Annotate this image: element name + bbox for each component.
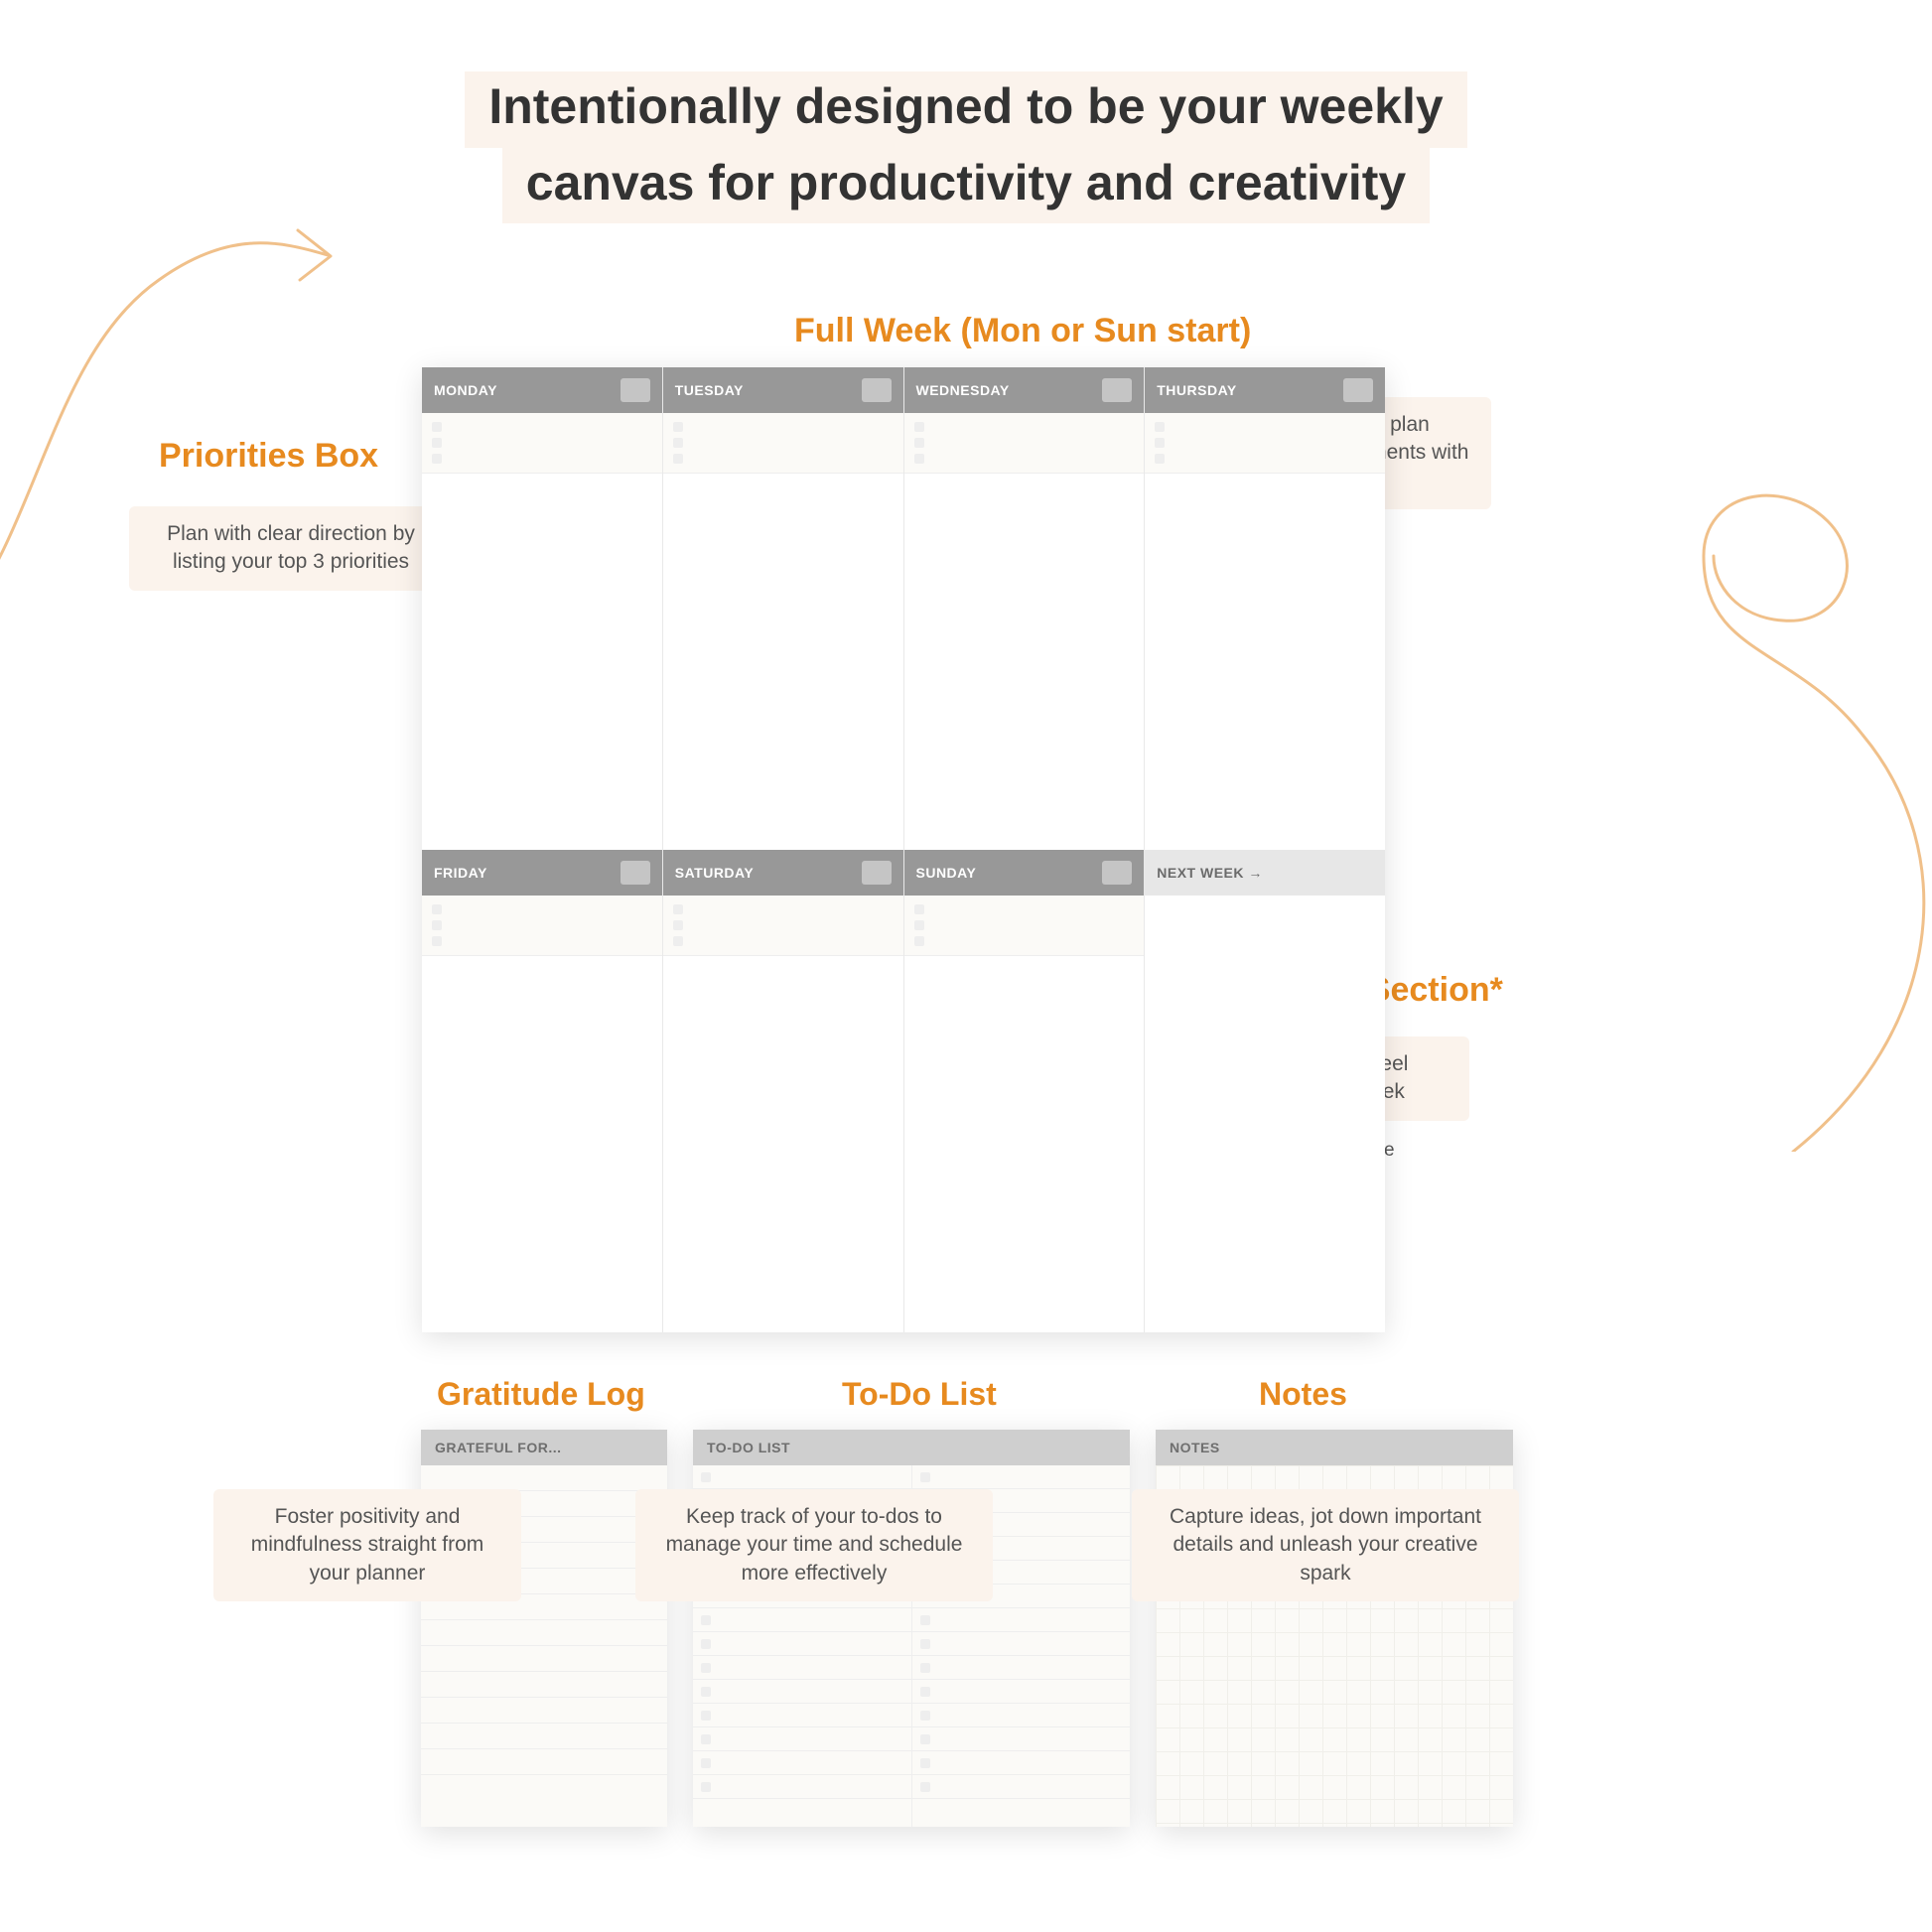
date-box	[621, 861, 650, 885]
callout-notes: Capture ideas, jot down important detail…	[1132, 1489, 1519, 1601]
page-headline: Intentionally designed to be your weekly…	[0, 71, 1932, 223]
day-col-mon: MONDAY	[422, 367, 663, 850]
date-box	[1102, 861, 1132, 885]
notes-card-header: NOTES	[1156, 1430, 1513, 1465]
planner-row-1: MONDAY TUESDAY WEDNESDAY THURSDAY	[422, 367, 1385, 850]
date-box	[862, 378, 892, 402]
day-label: WEDNESDAY	[916, 382, 1010, 398]
next-week-label: NEXT WEEK →	[1157, 865, 1263, 881]
day-col-wed: WEDNESDAY	[904, 367, 1146, 850]
section-heading-todo: To-Do List	[842, 1376, 997, 1413]
day-label: THURSDAY	[1157, 382, 1237, 398]
day-head-tue: TUESDAY	[663, 367, 903, 413]
date-box	[1343, 378, 1373, 402]
day-col-fri: FRIDAY	[422, 850, 663, 1332]
day-head-sat: SATURDAY	[663, 850, 903, 896]
checkbox-icon	[432, 454, 442, 464]
day-head-thu: THURSDAY	[1145, 367, 1385, 413]
section-heading-notes: Notes	[1259, 1376, 1347, 1413]
priorities-zone	[422, 413, 662, 474]
deco-curl-right	[1644, 437, 1932, 1152]
section-heading-priorities: Priorities Box	[159, 437, 378, 476]
day-col-thu: THURSDAY	[1145, 367, 1385, 850]
headline-line-2: canvas for productivity and creativity	[502, 148, 1430, 224]
day-col-tue: TUESDAY	[663, 367, 904, 850]
day-col-nextweek: NEXT WEEK →	[1145, 850, 1385, 1332]
weekly-planner-mock: MONDAY TUESDAY WEDNESDAY THURSDAY	[422, 367, 1385, 1332]
checkbox-icon	[432, 422, 442, 432]
planner-row-2: FRIDAY SATURDAY SUNDAY NEXT WEEK →	[422, 850, 1385, 1332]
day-col-sat: SATURDAY	[663, 850, 904, 1332]
date-box	[621, 378, 650, 402]
callout-todo: Keep track of your to-dos to manage your…	[635, 1489, 993, 1601]
day-head-wed: WEDNESDAY	[904, 367, 1145, 413]
callout-gratitude: Foster positivity and mindfulness straig…	[213, 1489, 521, 1601]
day-label: FRIDAY	[434, 865, 487, 881]
day-head-fri: FRIDAY	[422, 850, 662, 896]
next-week-head: NEXT WEEK →	[1145, 850, 1385, 896]
day-label: TUESDAY	[675, 382, 744, 398]
day-col-sun: SUNDAY	[904, 850, 1146, 1332]
checkbox-icon	[432, 438, 442, 448]
day-head-sun: SUNDAY	[904, 850, 1145, 896]
callout-priorities: Plan with clear direction by listing you…	[129, 506, 453, 591]
day-head-mon: MONDAY	[422, 367, 662, 413]
todo-card-header: TO-DO LIST	[693, 1430, 1130, 1465]
gratitude-card-header: GRATEFUL FOR...	[421, 1430, 667, 1465]
day-label: SATURDAY	[675, 865, 754, 881]
headline-line-1: Intentionally designed to be your weekly	[465, 71, 1466, 148]
day-label: SUNDAY	[916, 865, 977, 881]
date-box	[862, 861, 892, 885]
day-label: MONDAY	[434, 382, 497, 398]
section-heading-gratitude: Gratitude Log	[437, 1376, 645, 1413]
date-box	[1102, 378, 1132, 402]
section-heading-full-week: Full Week (Mon or Sun start)	[794, 312, 1251, 350]
